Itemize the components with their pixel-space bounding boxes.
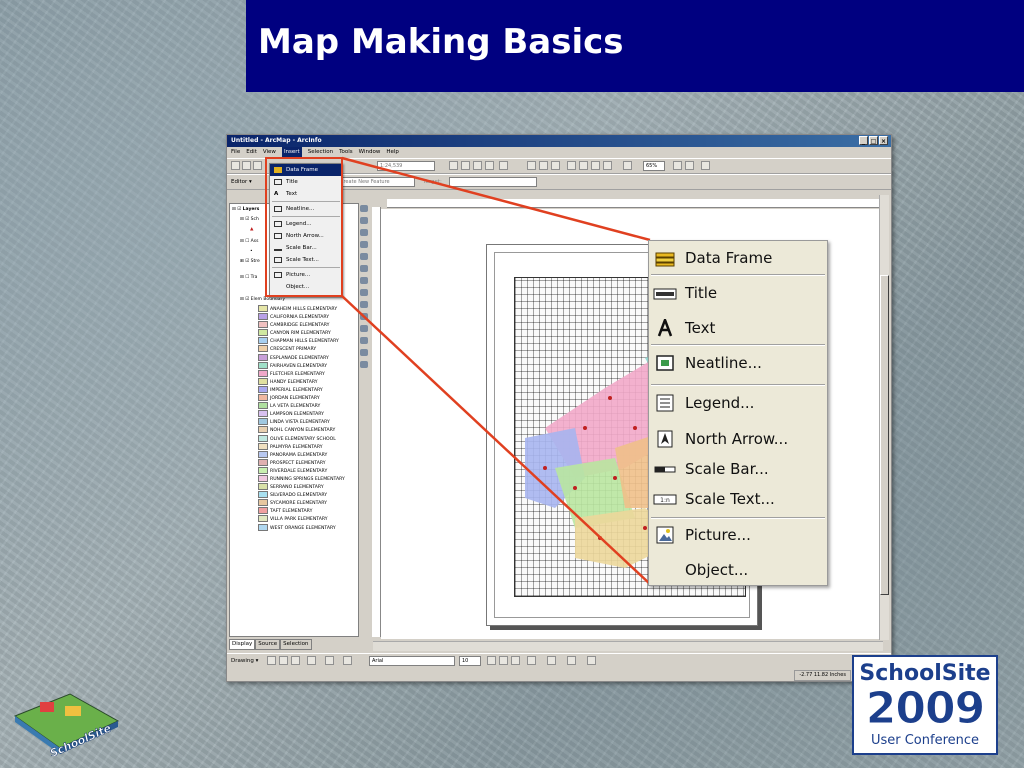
menu-item-label: Legend... bbox=[685, 394, 755, 412]
north-arrow-icon bbox=[657, 430, 673, 448]
menu-item-picture[interactable]: Picture... bbox=[649, 519, 827, 551]
scale-text-icon: 1:n bbox=[653, 494, 677, 505]
svg-text:1:n: 1:n bbox=[660, 497, 670, 504]
menu-separator bbox=[651, 274, 825, 276]
menu-item-neatline[interactable]: Neatline... bbox=[649, 347, 827, 379]
menu-item-label: Text bbox=[685, 319, 716, 337]
logo-right-line3: User Conference bbox=[870, 733, 980, 748]
menu-item-label: Scale Text... bbox=[685, 490, 775, 508]
neatline-icon bbox=[656, 355, 674, 371]
logo-building bbox=[40, 702, 54, 712]
menu-item-label: North Arrow... bbox=[685, 430, 789, 448]
schoolsite-2009-logo: SchoolSite 2009 User Conference bbox=[852, 655, 998, 755]
logo-right-line2: 2009 bbox=[865, 683, 985, 735]
menu-item-label: Picture... bbox=[685, 526, 751, 544]
title-icon bbox=[653, 288, 677, 300]
menu-item-object[interactable]: Object... bbox=[649, 554, 827, 586]
menu-item-scale-bar[interactable]: Scale Bar... bbox=[649, 453, 827, 485]
picture-icon bbox=[656, 526, 674, 544]
schoolsite-logo-left: SchoolSite bbox=[13, 693, 120, 756]
callout-line-top bbox=[341, 156, 651, 242]
scale-bar-icon bbox=[654, 466, 676, 473]
callout-highlight-box bbox=[265, 157, 343, 297]
menu-separator bbox=[651, 344, 825, 346]
logo-building bbox=[65, 706, 81, 716]
menu-item-label: Neatline... bbox=[685, 354, 762, 372]
callout-line-bottom bbox=[341, 295, 651, 585]
insert-menu-enlarged: Data Frame Title Text Neatline... Legend… bbox=[648, 240, 828, 586]
menu-item-label: Object... bbox=[685, 561, 749, 579]
menu-item-text[interactable]: Text bbox=[649, 312, 827, 344]
menu-item-label: Scale Bar... bbox=[685, 460, 769, 478]
menu-separator bbox=[651, 384, 825, 386]
menu-item-north-arrow[interactable]: North Arrow... bbox=[649, 423, 827, 455]
menu-item-title[interactable]: Title bbox=[649, 277, 827, 309]
legend-icon bbox=[656, 394, 674, 412]
text-icon bbox=[657, 319, 673, 337]
menu-item-scale-text[interactable]: 1:n Scale Text... bbox=[649, 483, 827, 515]
menu-item-data-frame[interactable]: Data Frame bbox=[649, 242, 827, 274]
menu-item-label: Data Frame bbox=[685, 249, 773, 267]
data-frame-icon bbox=[655, 252, 675, 267]
menu-item-legend[interactable]: Legend... bbox=[649, 387, 827, 419]
menu-item-label: Title bbox=[685, 284, 718, 302]
callout-lines bbox=[265, 156, 651, 585]
